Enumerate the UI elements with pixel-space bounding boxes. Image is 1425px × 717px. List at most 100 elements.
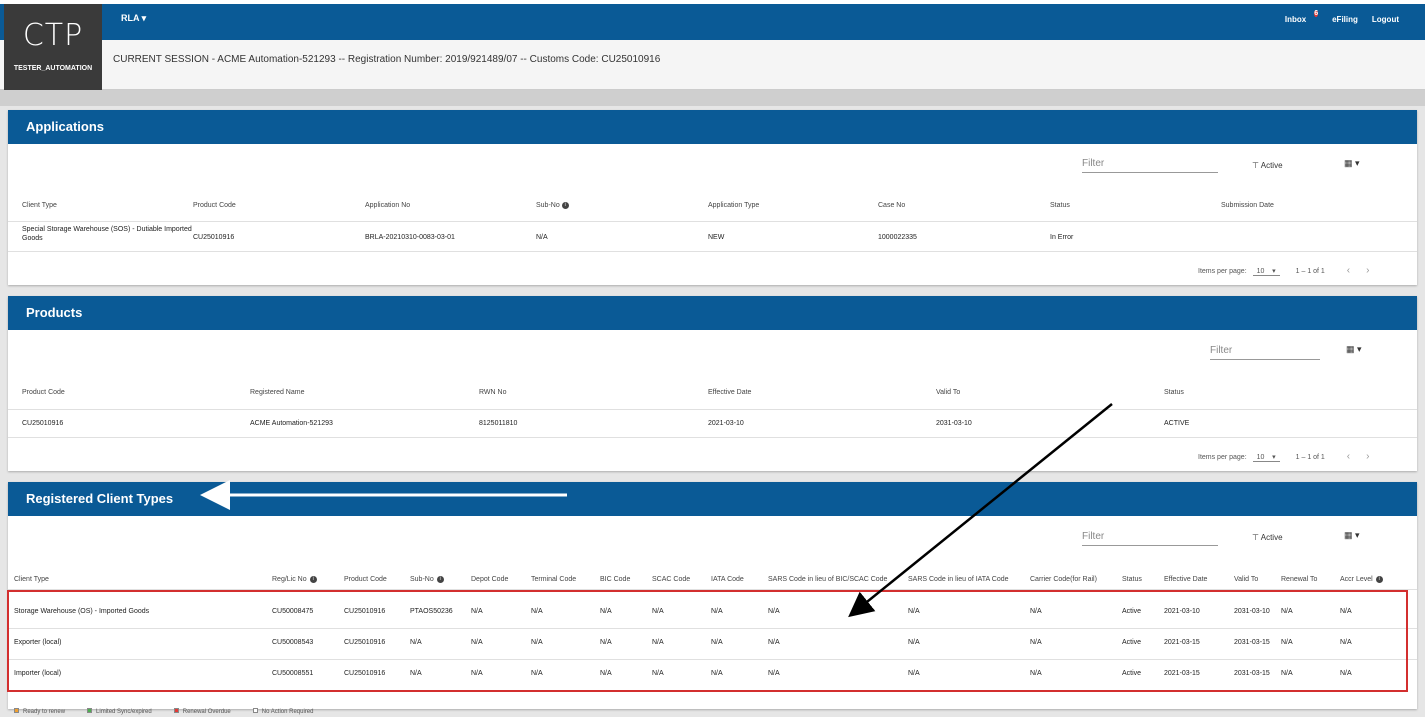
- col-terminal-code[interactable]: Terminal Code: [531, 576, 576, 583]
- divider: [8, 221, 1417, 222]
- col-reg-lic-no[interactable]: Reg/Lic No i: [272, 576, 317, 583]
- applications-filter-input[interactable]: Filter: [1082, 158, 1218, 173]
- col-label: SARS Code in lieu of IATA Code: [908, 576, 1009, 583]
- col-client-type[interactable]: Client Type: [14, 576, 49, 583]
- col-carrier-code-for-rail[interactable]: Carrier Code(for Rail): [1030, 576, 1097, 583]
- col-application-type[interactable]: Application Type: [708, 202, 759, 209]
- col-product-code[interactable]: Product Code: [193, 202, 236, 209]
- registered-active-toggle[interactable]: ⊤ Active: [1252, 533, 1283, 542]
- applications-active-toggle[interactable]: ⊤ Active: [1252, 161, 1283, 170]
- cell-application-type: NEW: [708, 234, 725, 241]
- next-page-button[interactable]: ›: [1366, 265, 1369, 276]
- highlight-box: [7, 590, 1408, 692]
- products-filter-input[interactable]: Filter: [1210, 345, 1320, 360]
- info-icon: i: [561, 202, 569, 209]
- col-sub-no[interactable]: Sub-No i: [536, 202, 569, 209]
- col-effective-date[interactable]: Effective Date: [1164, 576, 1207, 583]
- info-icon: i: [309, 576, 317, 583]
- legend-swatch: [14, 708, 19, 713]
- col-scac-code[interactable]: SCAC Code: [652, 576, 690, 583]
- col-product-code[interactable]: Product Code: [22, 389, 65, 396]
- divider: [8, 409, 1417, 410]
- inbox-link[interactable]: Inbox 6: [1285, 10, 1319, 27]
- products-columns-button[interactable]: ▦ ▾: [1346, 344, 1362, 355]
- cell-registered-name: ACME Automation-521293: [250, 420, 333, 427]
- cell-product-code: CU25010916: [193, 234, 235, 241]
- col-label: SARS Code in lieu of BIC/SCAC Code: [768, 576, 888, 583]
- registered-filter-input[interactable]: Filter: [1082, 531, 1218, 546]
- col-case-no[interactable]: Case No: [878, 202, 905, 209]
- col-label: Valid To: [1234, 576, 1259, 583]
- col-label: BIC Code: [600, 576, 631, 583]
- divider-bar: [0, 90, 1425, 106]
- col-label: Client Type: [14, 576, 49, 583]
- col-label: Product Code: [344, 576, 387, 583]
- top-nav: Inbox 6 eFiling Logout: [1285, 10, 1399, 27]
- info-icon: i: [1375, 576, 1383, 583]
- col-label: Carrier Code(for Rail): [1030, 576, 1097, 583]
- col-valid-to[interactable]: Valid To: [1234, 576, 1258, 583]
- col-depot-code[interactable]: Depot Code: [471, 576, 508, 583]
- registered-title: Registered Client Types: [8, 482, 1417, 516]
- col-product-code[interactable]: Product Code: [344, 576, 387, 583]
- col-iata-code[interactable]: IATA Code: [711, 576, 744, 583]
- applications-title: Applications: [8, 110, 1417, 144]
- cell-rwn-no: 8125011810: [479, 420, 518, 427]
- prev-page-button[interactable]: ‹: [1347, 265, 1350, 276]
- logout-link[interactable]: Logout: [1372, 15, 1399, 27]
- col-rwn-no[interactable]: RWN No: [479, 389, 506, 396]
- items-per-page-label: Items per page:: [1198, 268, 1247, 275]
- session-text: CURRENT SESSION - ACME Automation-521293…: [113, 54, 661, 65]
- col-client-type[interactable]: Client Type: [22, 202, 57, 209]
- legend-label: Limited Sync/expired: [96, 709, 152, 715]
- user-name: TESTER_AUTOMATION: [13, 65, 93, 72]
- col-sars-code-in-lieu-of-iata-code[interactable]: SARS Code in lieu of IATA Code: [908, 576, 1009, 583]
- efiling-link[interactable]: eFiling: [1332, 15, 1358, 27]
- session-bar: [0, 40, 1425, 90]
- col-application-no[interactable]: Application No: [365, 202, 410, 209]
- col-label: Depot Code: [471, 576, 509, 583]
- col-valid-to[interactable]: Valid To: [936, 389, 960, 396]
- divider: [8, 437, 1417, 438]
- col-bic-code[interactable]: BIC Code: [600, 576, 630, 583]
- col-sars-code-in-lieu-of-bic-scac-code[interactable]: SARS Code in lieu of BIC/SCAC Code: [768, 576, 887, 583]
- rla-menu[interactable]: RLA ▾: [121, 13, 146, 24]
- sub-no-label: Sub-No: [536, 202, 560, 209]
- info-icon: i: [436, 576, 444, 583]
- next-page-button[interactable]: ›: [1366, 451, 1369, 462]
- legend-label: Renewal Overdue: [182, 709, 231, 715]
- cell-client-type-1: Special Storage Warehouse (SOS) - Dutiab…: [22, 226, 192, 233]
- col-label: Sub-No: [410, 576, 434, 583]
- legend-label: Ready to renew: [23, 709, 66, 715]
- page-range: 1 – 1 of 1: [1295, 268, 1325, 275]
- col-sub-no[interactable]: Sub-No i: [410, 576, 444, 583]
- cell-sub-no: N/A: [536, 234, 548, 241]
- col-renewal-to[interactable]: Renewal To: [1281, 576, 1317, 583]
- col-status[interactable]: Status: [1164, 389, 1184, 396]
- filter-icon: ⊤: [1252, 533, 1261, 542]
- items-per-page-value: 10: [1256, 454, 1265, 461]
- app-logo[interactable]: CTP TESTER_AUTOMATION: [4, 4, 102, 90]
- legend-swatch: [87, 708, 93, 713]
- legend-swatch: [252, 708, 258, 713]
- registered-columns-button[interactable]: ▦ ▾: [1344, 530, 1360, 541]
- col-status[interactable]: Status: [1050, 202, 1070, 209]
- col-effective-date[interactable]: Effective Date: [708, 389, 751, 396]
- col-registered-name[interactable]: Registered Name: [250, 389, 304, 396]
- col-label: IATA Code: [711, 576, 744, 583]
- items-per-page-select[interactable]: 10 ▾: [1252, 268, 1280, 276]
- col-accr-level[interactable]: Accr Level i: [1340, 576, 1383, 583]
- col-status[interactable]: Status: [1122, 576, 1142, 583]
- applications-columns-button[interactable]: ▦ ▾: [1344, 158, 1360, 169]
- col-label: Renewal To: [1281, 576, 1318, 583]
- applications-card: Applications Filter ⊤ Active ▦ ▾ Client …: [8, 110, 1417, 285]
- cell-application-no[interactable]: BRLA-20210310-0083-03-01: [365, 234, 455, 241]
- items-per-page-select[interactable]: 10 ▾: [1252, 454, 1280, 462]
- items-per-page-value: 10: [1256, 268, 1265, 275]
- logo-text: CTP: [22, 18, 84, 53]
- legend-item: Ready to renew: [14, 708, 65, 715]
- col-submission-date[interactable]: Submission Date: [1221, 202, 1274, 209]
- prev-page-button[interactable]: ‹: [1347, 451, 1350, 462]
- active-label: Active: [1260, 161, 1283, 170]
- applications-paginator: Items per page: 10 ▾ 1 – 1 of 1 ‹ ›: [1198, 265, 1369, 276]
